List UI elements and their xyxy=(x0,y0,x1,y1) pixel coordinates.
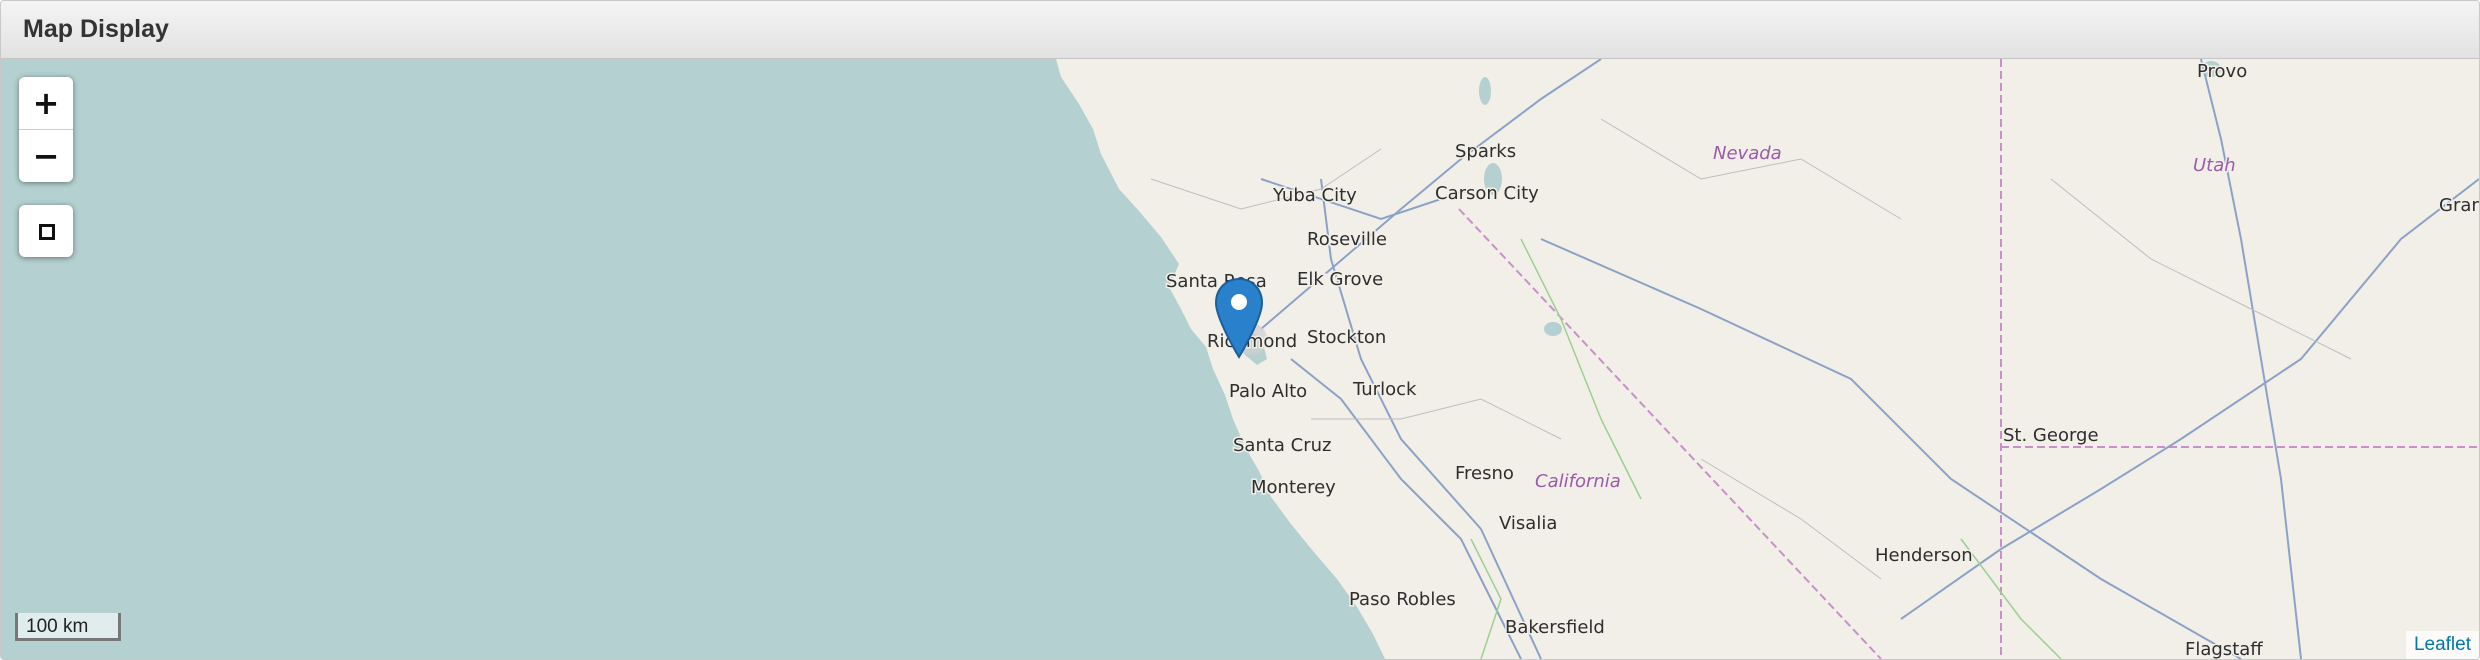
mono-lake xyxy=(1544,322,1562,336)
city-label-paso-robles: Paso Robles xyxy=(1349,589,1456,610)
map-view[interactable]: Nevada Utah California Provo Sparks Cars… xyxy=(1,59,2479,659)
city-label-sparks: Sparks xyxy=(1455,141,1516,162)
map-panel: Map Display Nevada Utah California Provo… xyxy=(0,0,2480,660)
city-label-stockton: Stockton xyxy=(1307,327,1386,348)
city-label-palo-alto: Palo Alto xyxy=(1229,381,1307,402)
scale-bar: 100 km xyxy=(15,613,121,641)
city-label-elk-grove: Elk Grove xyxy=(1297,269,1383,290)
city-label-fresno: Fresno xyxy=(1455,463,1514,484)
map-tiles[interactable]: Nevada Utah California Provo Sparks Cars… xyxy=(1,59,2479,659)
region-label-nevada: Nevada xyxy=(1713,143,1782,164)
region-label-california: California xyxy=(1535,471,1621,492)
city-label-provo: Provo xyxy=(2197,61,2247,82)
city-label-yuba-city: Yuba City xyxy=(1272,185,1357,206)
zoom-out-button[interactable]: − xyxy=(19,130,73,182)
city-label-st-george: St. George xyxy=(2003,425,2099,446)
draw-rectangle-button[interactable] xyxy=(19,205,73,257)
city-label-flagstaff: Flagstaff xyxy=(2185,639,2263,659)
city-label-bakersfield: Bakersfield xyxy=(1505,617,1605,638)
square-icon xyxy=(39,224,55,240)
panel-title: Map Display xyxy=(23,15,169,43)
city-label-santa-cruz: Santa Cruz xyxy=(1233,435,1332,456)
city-label-roseville: Roseville xyxy=(1307,229,1387,250)
attribution-link[interactable]: Leaflet xyxy=(2405,631,2479,659)
zoom-control: + − xyxy=(19,77,73,182)
region-label-utah: Utah xyxy=(2193,155,2236,176)
city-label-turlock: Turlock xyxy=(1352,379,1417,400)
city-label-visalia: Visalia xyxy=(1499,513,1557,534)
zoom-in-button[interactable]: + xyxy=(19,77,73,130)
city-label-gran: Gran xyxy=(2439,195,2479,216)
panel-header: Map Display xyxy=(1,1,2479,59)
location-marker-icon[interactable] xyxy=(1214,277,1264,359)
city-label-henderson: Henderson xyxy=(1875,545,1973,566)
pyramid-lake xyxy=(1479,77,1491,105)
city-label-monterey: Monterey xyxy=(1251,477,1336,498)
city-label-carson-city: Carson City xyxy=(1435,183,1539,204)
